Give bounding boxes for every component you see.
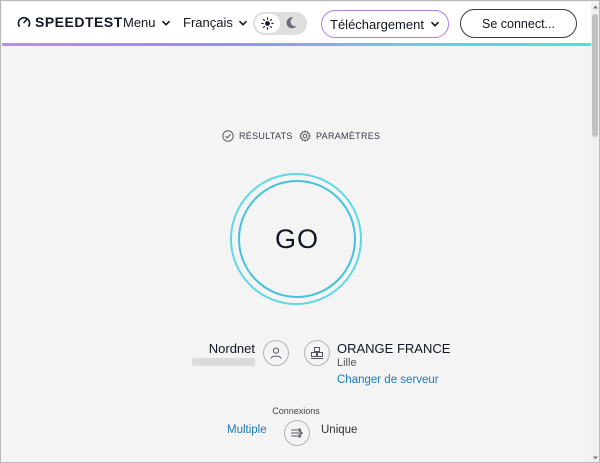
page-scrollbar[interactable] [591,2,600,463]
moon-icon[interactable] [285,16,298,30]
menu-dropdown[interactable]: Menu [123,15,171,30]
go-button[interactable]: GO [238,180,356,298]
check-circle-icon [222,130,234,142]
chevron-down-icon [238,20,247,26]
ip-address-redacted [192,358,255,366]
browser-frame: SPEEDTEST Menu Français Téléchargement S… [0,0,600,463]
theme-toggle[interactable] [253,12,307,35]
sun-icon [261,17,274,30]
scroll-down-icon[interactable] [591,453,600,463]
download-button[interactable]: Téléchargement [321,10,449,38]
server-icon-badge [304,340,330,366]
menu-label: Menu [123,15,156,30]
connections-multiple-option[interactable]: Multiple [227,424,267,436]
theme-light-knob[interactable] [255,14,280,33]
isp-icon-badge [263,340,289,366]
user-icon [270,347,282,359]
download-label: Téléchargement [330,16,424,32]
login-button[interactable]: Se connect... [460,9,577,38]
results-link[interactable]: RÉSULTATS [222,130,293,142]
go-label: GO [274,223,319,254]
chevron-down-icon [161,20,170,26]
chevron-down-icon [430,21,440,27]
language-label: Français [183,15,233,30]
results-label: RÉSULTATS [239,131,293,141]
connections-single-option[interactable]: Unique [321,424,357,436]
settings-link[interactable]: PARAMÈTRES [299,130,380,142]
scroll-thumb[interactable] [592,14,598,137]
speedometer-icon [17,16,31,27]
top-header: SPEEDTEST Menu Français Téléchargement S… [2,2,591,45]
settings-label: PARAMÈTRES [316,131,381,141]
logo-text: SPEEDTEST [35,14,123,30]
server-city: Lille [337,357,357,369]
server-icon [311,347,323,359]
logo[interactable]: SPEEDTEST [17,14,123,30]
connections-label: Connexions [272,406,320,416]
language-dropdown[interactable]: Français [183,15,248,30]
server-name: ORANGE FRANCE [337,341,451,356]
header-gradient-bar [2,43,591,46]
connections-icon [291,428,304,438]
connections-toggle[interactable] [284,420,310,446]
login-label: Se connect... [482,16,555,31]
change-server-link[interactable]: Changer de serveur [337,374,439,386]
isp-name: Nordnet [208,341,255,356]
scroll-up-icon[interactable] [591,2,600,12]
gear-icon [299,130,311,142]
